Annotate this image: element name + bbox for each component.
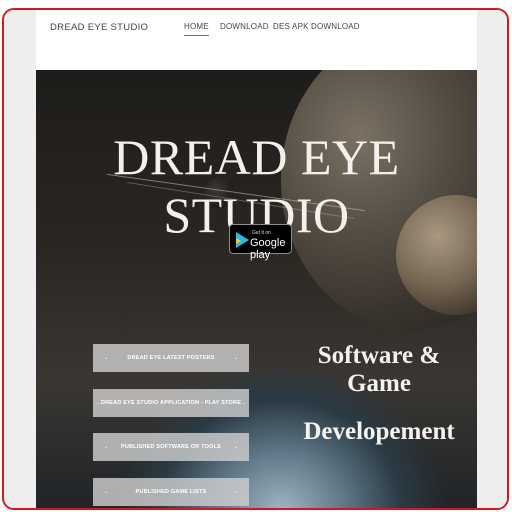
menu-button-label: . DREAD EYE STUDIO APPLICATION - PLAY ST… xyxy=(97,400,245,406)
latest-posters-button[interactable]: . DREAD EYE LATEST POSTERS . xyxy=(93,344,249,372)
right-margin xyxy=(475,10,507,508)
nav-home[interactable]: HOME xyxy=(184,22,209,36)
tagline-line-1: Software & Game xyxy=(317,342,441,397)
tagline-line-2: Developement xyxy=(303,418,455,445)
hero-banner: DREAD EYE STUDIO Get it on Google play .… xyxy=(36,70,477,508)
bullet-right: . xyxy=(234,354,237,361)
left-margin xyxy=(4,10,36,508)
bullet-right: . xyxy=(234,488,237,495)
bullet-left: . xyxy=(105,443,108,450)
play-badge-caption: Get it on xyxy=(252,230,271,236)
menu-button-label: PUBLISHED SOFTWARE OR TOOLS xyxy=(120,444,222,450)
google-play-badge[interactable]: Get it on Google play xyxy=(229,224,292,261)
menu-button-label: DREAD EYE LATEST POSTERS xyxy=(127,355,215,361)
nav-download[interactable]: DOWNLOAD xyxy=(220,22,269,31)
nav-des-apk-download[interactable]: DES APK DOWNLOAD xyxy=(273,22,360,31)
published-software-button[interactable]: . PUBLISHED SOFTWARE OR TOOLS . xyxy=(93,433,249,461)
google-play-icon xyxy=(236,232,249,248)
play-store-application-button[interactable]: . DREAD EYE STUDIO APPLICATION - PLAY ST… xyxy=(93,389,249,417)
bullet-left: . xyxy=(105,354,108,361)
site-brand[interactable]: DREAD EYE STUDIO xyxy=(50,22,148,33)
menu-button-label: PUBLISHED GAME LISTS xyxy=(135,489,207,495)
play-badge-store: Google play xyxy=(250,237,286,261)
bullet-right: . xyxy=(234,443,237,450)
app-frame: DREAD EYE STUDIO HOME DOWNLOAD DES APK D… xyxy=(2,8,509,510)
top-navbar: DREAD EYE STUDIO HOME DOWNLOAD DES APK D… xyxy=(36,10,477,70)
bullet-left: . xyxy=(105,488,108,495)
published-games-button[interactable]: . PUBLISHED GAME LISTS . xyxy=(93,478,249,506)
